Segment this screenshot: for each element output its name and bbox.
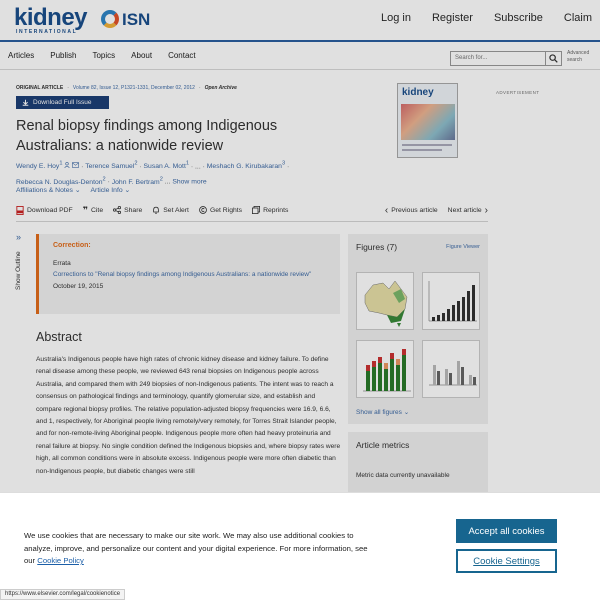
page-overlay	[0, 0, 600, 492]
cookie-settings-button[interactable]: Cookie Settings	[456, 549, 557, 573]
cookie-policy-link[interactable]: Cookie Policy	[37, 556, 84, 565]
status-bar-url: https://www.elsevier.com/legal/cookienot…	[0, 589, 126, 600]
cookie-message: We use cookies that are necessary to mak…	[24, 531, 368, 565]
accept-all-cookies-button[interactable]: Accept all cookies	[456, 519, 557, 543]
